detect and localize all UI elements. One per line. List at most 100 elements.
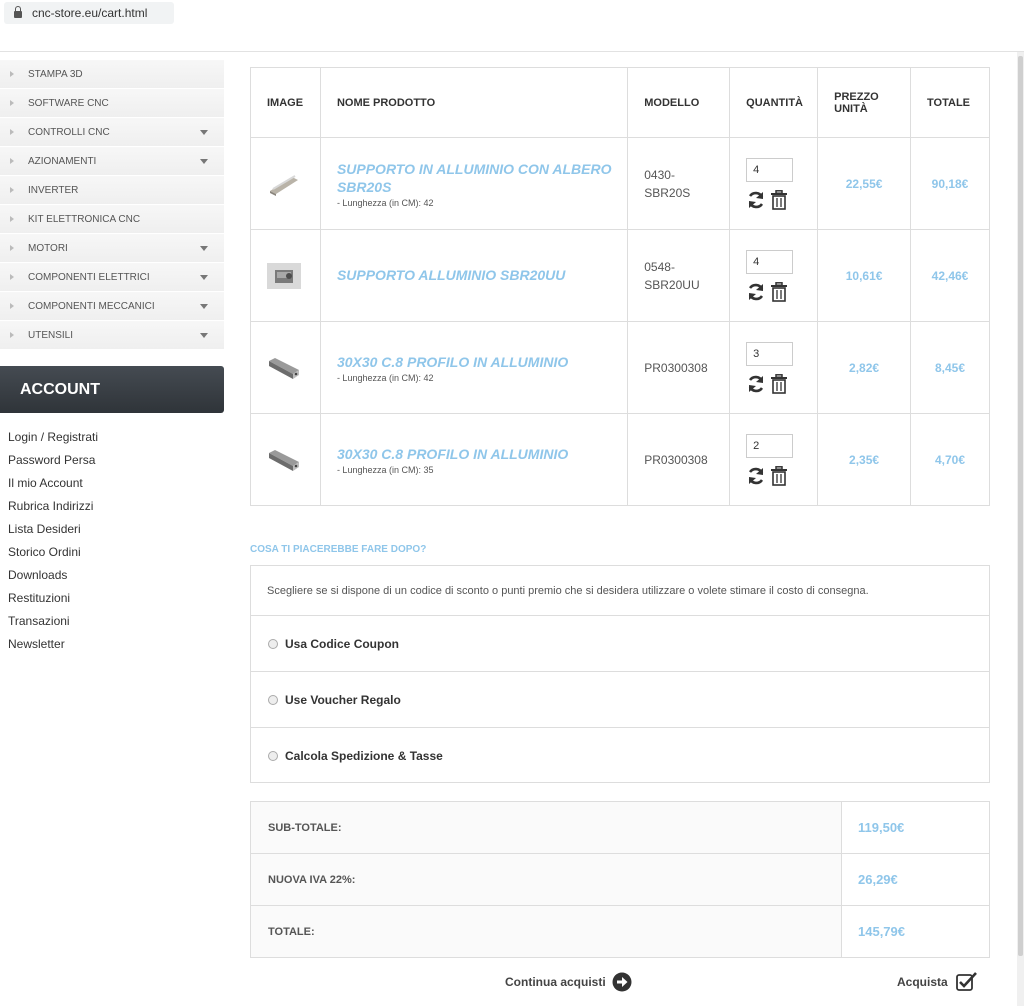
trash-icon[interactable] <box>770 465 788 486</box>
quantity-cell <box>729 413 819 506</box>
account-link-transactions[interactable]: Transazioni <box>8 611 208 634</box>
chevron-down-icon[interactable] <box>200 304 208 309</box>
quantity-input[interactable] <box>746 433 794 458</box>
next-steps-panel: Scegliere se si dispone di un codice di … <box>250 565 990 783</box>
col-header-model: MODELLO <box>627 67 731 138</box>
category-item-kit-elettronica-cnc[interactable]: KIT ELETTRONICA CNC <box>0 205 224 234</box>
total-value: 145,79€ <box>841 905 990 958</box>
chevron-down-icon[interactable] <box>200 130 208 135</box>
option-shipping[interactable]: Calcola Spedizione & Tasse <box>251 728 989 784</box>
category-item-motori[interactable]: MOTORI <box>0 234 224 263</box>
cart-actions: Continua acquisti Acquista <box>0 970 1024 1000</box>
url-field[interactable]: cnc-store.eu/cart.html <box>4 2 174 24</box>
category-item-stampa-3d[interactable]: STAMPA 3D <box>0 60 224 89</box>
option-label: Calcola Spedizione & Tasse <box>285 749 443 763</box>
table-row: 30X30 C.8 PROFILO IN ALLUMINIO - Lunghez… <box>250 321 990 414</box>
category-label: AZIONAMENTI <box>28 155 97 167</box>
product-thumbnail-profile[interactable] <box>267 446 301 473</box>
trash-icon[interactable] <box>770 189 788 210</box>
scrollbar-thumb[interactable] <box>1018 56 1023 956</box>
product-thumbnail-profile[interactable] <box>267 354 301 381</box>
arrow-right-icon <box>10 71 14 77</box>
quantity-input[interactable] <box>746 249 794 274</box>
unit-price: 10,61€ <box>817 229 912 322</box>
category-item-software-cnc[interactable]: SOFTWARE CNC <box>0 89 224 118</box>
row-total: 8,45€ <box>910 321 990 414</box>
unit-price: 2,35€ <box>817 413 912 506</box>
total-label: TOTALE: <box>250 905 842 958</box>
category-item-utensili[interactable]: UTENSILI <box>0 321 224 350</box>
row-total: 90,18€ <box>910 137 990 230</box>
account-link-order-history[interactable]: Storico Ordini <box>8 542 208 565</box>
totals-table: SUB-TOTALE: 119,50€ NUOVA IVA 22%: 26,29€ … <box>250 801 990 958</box>
refresh-icon[interactable] <box>746 190 766 210</box>
arrow-right-icon <box>10 245 14 251</box>
account-link-password[interactable]: Password Persa <box>8 450 208 473</box>
quantity-cell <box>729 229 819 322</box>
subtotal-value: 119,50€ <box>841 801 990 854</box>
account-heading: ACCOUNT <box>0 366 224 413</box>
trash-icon[interactable] <box>770 281 788 302</box>
product-name-link[interactable]: SUPPORTO IN ALLUMINIO CON ALBERO SBR20S <box>337 160 627 196</box>
account-link-wishlist[interactable]: Lista Desideri <box>8 519 208 542</box>
option-coupon[interactable]: Usa Codice Coupon <box>251 616 989 672</box>
category-label: MOTORI <box>28 242 68 254</box>
product-model-line2: SBR20UU <box>644 277 700 292</box>
category-item-componenti-meccanici[interactable]: COMPONENTI MECCANICI <box>0 292 224 321</box>
account-link-my-account[interactable]: Il mio Account <box>8 473 208 496</box>
checkout-button[interactable]: Acquista <box>897 972 978 992</box>
product-model-line2: SBR20S <box>644 185 691 200</box>
continue-shopping-button[interactable]: Continua acquisti <box>505 972 632 992</box>
col-header-unit-price: PREZZO UNITÀ <box>817 67 912 138</box>
continue-shopping-label: Continua acquisti <box>505 975 606 989</box>
shipping-radio[interactable] <box>268 751 278 761</box>
col-header-qty: QUANTITÀ <box>729 67 819 138</box>
account-link-newsletter[interactable]: Newsletter <box>8 634 208 657</box>
account-link-address-book[interactable]: Rubrica Indirizzi <box>8 496 208 519</box>
account-link-returns[interactable]: Restituzioni <box>8 588 208 611</box>
url-text: cnc-store.eu/cart.html <box>32 6 148 20</box>
account-link-downloads[interactable]: Downloads <box>8 565 208 588</box>
refresh-icon[interactable] <box>746 374 766 394</box>
quantity-input[interactable] <box>746 341 794 366</box>
product-name-cell: 30X30 C.8 PROFILO IN ALLUMINIO - Lunghez… <box>319 321 629 414</box>
voucher-radio[interactable] <box>268 694 278 705</box>
product-name-link[interactable]: SUPPORTO ALLUMINIO SBR20UU <box>337 266 627 284</box>
chevron-down-icon[interactable] <box>200 333 208 338</box>
refresh-icon[interactable] <box>746 466 766 486</box>
account-link-login[interactable]: Login / Registrati <box>8 427 208 450</box>
category-item-azionamenti[interactable]: AZIONAMENTI <box>0 147 224 176</box>
category-label: UTENSILI <box>28 329 74 341</box>
category-item-componenti-elettrici[interactable]: COMPONENTI ELETTRICI <box>0 263 224 292</box>
quantity-input[interactable] <box>746 157 794 182</box>
category-menu: STAMPA 3D SOFTWARE CNC CONTROLLI CNC AZI… <box>0 60 224 350</box>
arrow-right-icon <box>10 158 14 164</box>
table-row: SUPPORTO IN ALLUMINIO CON ALBERO SBR20S … <box>250 137 990 230</box>
vat-label: NUOVA IVA 22%: <box>250 853 842 906</box>
chevron-down-icon[interactable] <box>200 246 208 251</box>
coupon-radio[interactable] <box>268 638 278 649</box>
arrow-right-icon <box>10 332 14 338</box>
cart-table: IMAGE NOME PRODOTTO MODELLO QUANTITÀ PRE… <box>250 67 990 506</box>
category-label: COMPONENTI MECCANICI <box>28 300 155 312</box>
option-label: Use Voucher Regalo <box>285 692 401 707</box>
product-image-cell <box>250 137 321 230</box>
chevron-down-icon[interactable] <box>200 159 208 164</box>
product-thumbnail-bearing-block[interactable] <box>267 262 301 289</box>
table-row: 30X30 C.8 PROFILO IN ALLUMINIO - Lunghez… <box>250 413 990 506</box>
product-name-link[interactable]: 30X30 C.8 PROFILO IN ALLUMINIO <box>337 353 627 371</box>
product-thumbnail-rail-shaft[interactable] <box>267 170 301 197</box>
product-image-cell <box>250 229 321 322</box>
table-row: SUPPORTO ALLUMINIO SBR20UU 0548- SBR20UU… <box>250 229 990 322</box>
trash-icon[interactable] <box>770 373 788 394</box>
product-name-link[interactable]: 30X30 C.8 PROFILO IN ALLUMINIO <box>337 445 627 463</box>
category-label: INVERTER <box>28 184 79 196</box>
category-label: STAMPA 3D <box>28 68 83 80</box>
arrow-right-icon <box>10 303 14 309</box>
refresh-icon[interactable] <box>746 282 766 302</box>
unit-price-header-line2: UNITÀ <box>834 102 868 115</box>
category-item-controlli-cnc[interactable]: CONTROLLI CNC <box>0 118 224 147</box>
chevron-down-icon[interactable] <box>200 275 208 280</box>
option-voucher[interactable]: Use Voucher Regalo <box>251 672 989 728</box>
category-item-inverter[interactable]: INVERTER <box>0 176 224 205</box>
